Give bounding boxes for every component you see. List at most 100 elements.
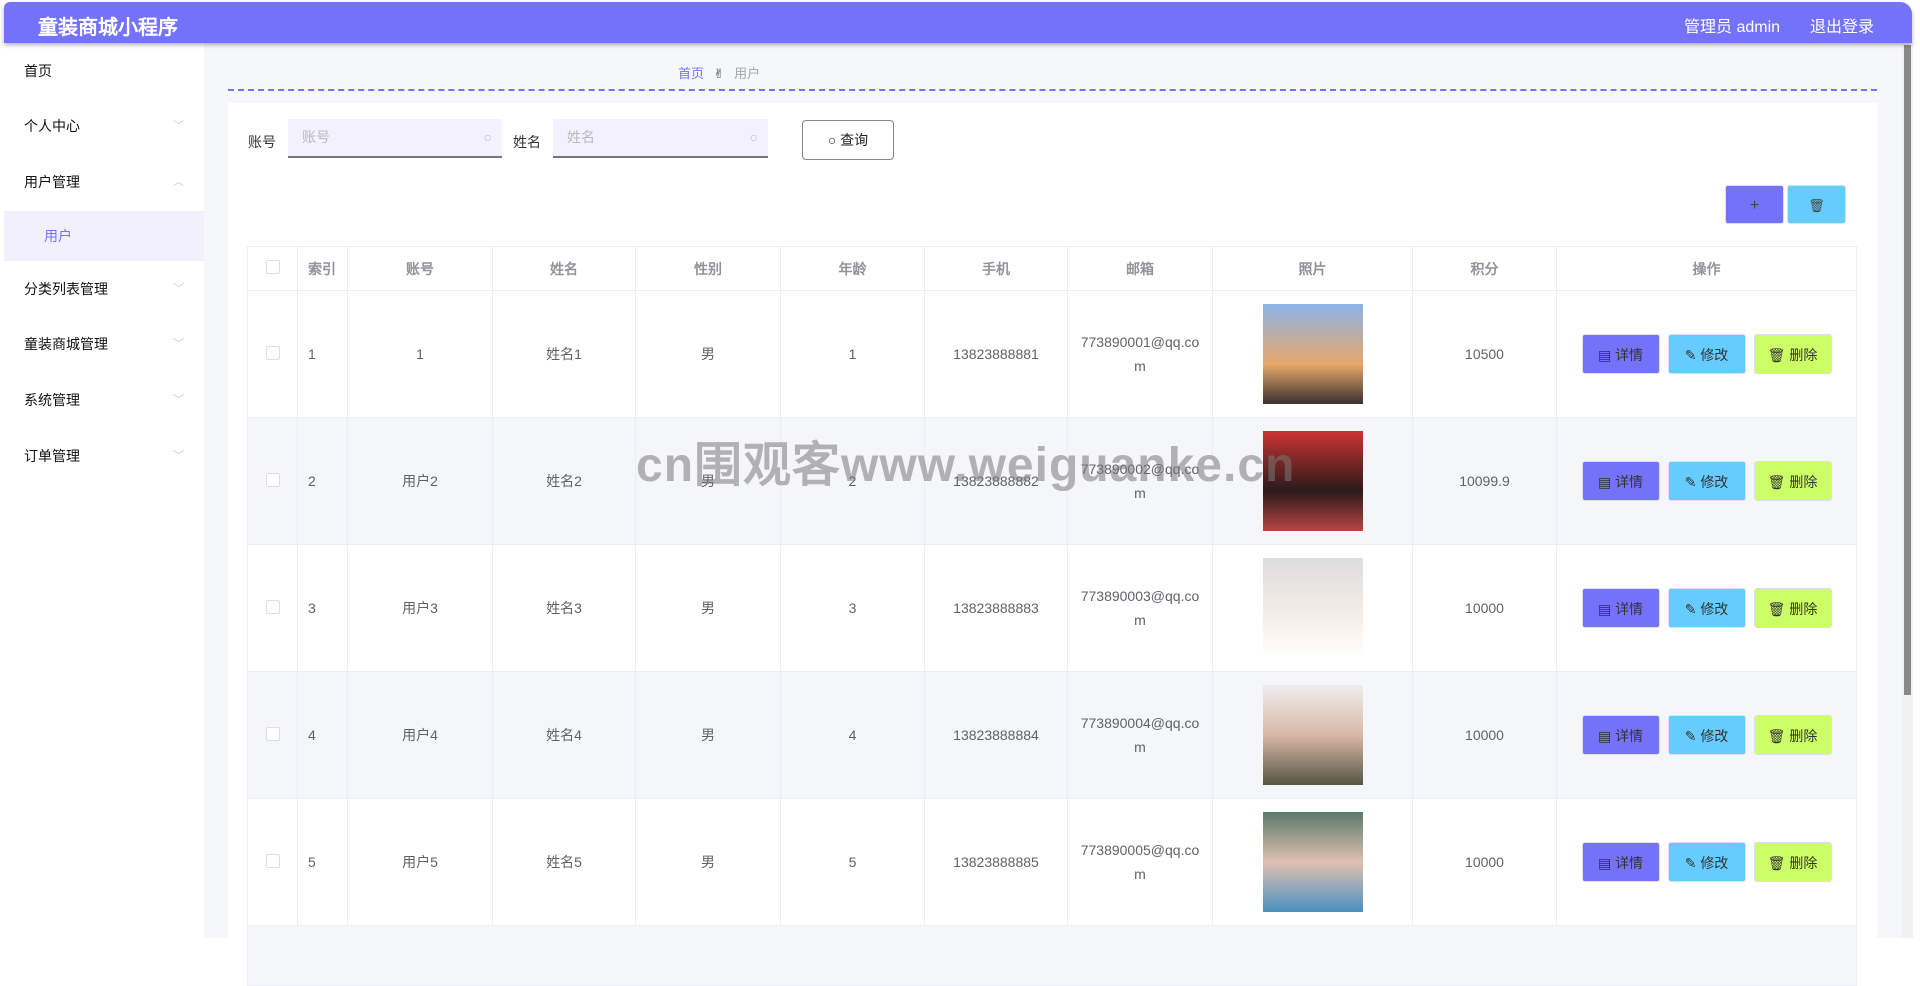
user-photo[interactable] [1262, 685, 1363, 785]
detail-button[interactable]: ▤ 详情 [1581, 715, 1660, 755]
row-checkbox[interactable] [265, 726, 280, 741]
user-photo[interactable] [1262, 558, 1363, 658]
gender-cell: 男 [635, 798, 781, 926]
divider [228, 89, 1877, 91]
delete-button[interactable]: 🗑 删除 [1753, 842, 1832, 882]
table-row [247, 925, 1857, 986]
batch-delete-button[interactable]: 🗑 [1787, 185, 1846, 224]
name-cell: 姓名4 [492, 671, 636, 799]
row-select-cell [247, 798, 298, 926]
points-cell: 10099.9 [1412, 417, 1557, 545]
detail-label: 详情 [1615, 855, 1644, 871]
add-button[interactable]: + [1725, 185, 1784, 224]
name-search-input[interactable]: 姓名 ○ [553, 119, 768, 158]
trash-icon: 🗑 [1767, 728, 1790, 744]
sidebar-item[interactable]: 分类列表管理 ﹀ [4, 264, 204, 314]
edit-button[interactable]: ✎ 修改 [1667, 334, 1746, 374]
user-photo[interactable] [1262, 431, 1363, 531]
actions-cell: ▤ 详情 ✎ 修改 🗑 删除 [1556, 671, 1857, 799]
delete-button[interactable]: 🗑 删除 [1753, 334, 1832, 374]
edit-button[interactable]: ✎ 修改 [1667, 461, 1746, 501]
phone-cell: 13823888884 [924, 671, 1068, 799]
user-photo[interactable] [1262, 812, 1363, 912]
sidebar-item[interactable]: 首页 [4, 46, 204, 96]
document-icon: ▤ [1597, 474, 1616, 490]
name-label: 姓名 [513, 134, 541, 150]
name-cell: 姓名2 [492, 417, 636, 545]
age-cell: 3 [780, 544, 925, 672]
edit-label: 修改 [1700, 728, 1729, 744]
select-all-checkbox[interactable] [265, 260, 280, 274]
pencil-icon: ✎ [1684, 474, 1701, 490]
table-row: 1 1 姓名1 男 1 13823888881 773890001@qq.com… [247, 290, 1857, 418]
chevron-icon: ﹀ [173, 120, 184, 132]
row-select-cell [247, 290, 298, 418]
delete-label: 删除 [1789, 855, 1818, 871]
scrollbar-thumb[interactable] [1904, 45, 1911, 695]
gender-cell: 男 [635, 290, 781, 418]
edit-button[interactable]: ✎ 修改 [1667, 715, 1746, 755]
detail-button[interactable]: ▤ 详情 [1581, 461, 1660, 501]
account-cell: 用户2 [347, 417, 493, 545]
column-header: 照片 [1212, 246, 1413, 291]
user-table: 索引 账号 姓名 性别 年龄 手机 邮箱 照片 积分 操作 1 1 姓名1 男 1 1382388… [247, 246, 1857, 986]
sidebar-item[interactable]: 用户管理 ︿ [4, 157, 204, 207]
age-cell: 1 [780, 290, 925, 418]
pencil-icon: ✎ [1684, 347, 1701, 363]
table-row: 3 用户3 姓名3 男 3 13823888883 773890003@qq.c… [247, 544, 1857, 672]
photo-cell [1212, 671, 1413, 799]
trash-icon: 🗑 [1767, 855, 1790, 871]
document-icon: ▤ [1597, 728, 1616, 744]
delete-button[interactable]: 🗑 删除 [1753, 715, 1832, 755]
hand-icon: ✌ [713, 66, 725, 81]
row-checkbox[interactable] [265, 599, 280, 614]
email-text: 773890002@qq.com [1080, 461, 1200, 501]
gender-cell: 男 [635, 417, 781, 545]
breadcrumb: 首页 ✌ 用户 [678, 63, 760, 82]
detail-button[interactable]: ▤ 详情 [1581, 842, 1660, 882]
detail-label: 详情 [1615, 474, 1644, 490]
query-button[interactable]: ○ 查询 [802, 120, 894, 160]
chevron-icon: ﹀ [173, 338, 184, 350]
phone-cell: 13823888882 [924, 417, 1068, 545]
sidebar-item[interactable]: 童装商城管理 ﹀ [4, 319, 204, 369]
query-label: 查询 [840, 132, 869, 148]
row-checkbox[interactable] [265, 472, 280, 487]
detail-label: 详情 [1615, 728, 1644, 744]
points-cell: 10000 [1412, 544, 1557, 672]
row-checkbox[interactable] [265, 345, 280, 360]
logout-link[interactable]: 退出登录 [1810, 13, 1874, 37]
sidebar-item-label: 用户管理 [24, 174, 80, 190]
name-placeholder: 姓名 [567, 129, 595, 145]
row-checkbox[interactable] [265, 853, 280, 868]
sidebar-item[interactable]: 用户 [4, 211, 204, 261]
name-cell: 姓名5 [492, 798, 636, 926]
document-icon: ▤ [1597, 855, 1616, 871]
delete-button[interactable]: 🗑 删除 [1753, 588, 1832, 628]
scrollbar[interactable] [1902, 43, 1913, 938]
email-text: 773890003@qq.com [1080, 588, 1200, 628]
edit-button[interactable]: ✎ 修改 [1667, 588, 1746, 628]
breadcrumb-home[interactable]: 首页 [678, 66, 704, 81]
actions-cell: ▤ 详情 ✎ 修改 🗑 删除 [1556, 417, 1857, 545]
search-icon: ○ [749, 129, 758, 145]
name-cell: 姓名3 [492, 544, 636, 672]
column-header: 账号 [347, 246, 493, 291]
email-text: 773890001@qq.com [1080, 334, 1200, 374]
photo-cell [1212, 290, 1413, 418]
phone-cell: 13823888885 [924, 798, 1068, 926]
sidebar-item[interactable]: 个人中心 ﹀ [4, 101, 204, 151]
sidebar-item[interactable]: 系统管理 ﹀ [4, 375, 204, 425]
user-photo[interactable] [1262, 304, 1363, 404]
app-title: 童装商城小程序 [38, 17, 178, 39]
current-user: 管理员 admin [1684, 19, 1781, 36]
gender-cell: 男 [635, 544, 781, 672]
detail-button[interactable]: ▤ 详情 [1581, 334, 1660, 374]
phone-cell: 13823888883 [924, 544, 1068, 672]
edit-button[interactable]: ✎ 修改 [1667, 842, 1746, 882]
delete-button[interactable]: 🗑 删除 [1753, 461, 1832, 501]
account-search-input[interactable]: 账号 ○ [288, 119, 502, 158]
detail-button[interactable]: ▤ 详情 [1581, 588, 1660, 628]
edit-label: 修改 [1700, 474, 1729, 490]
sidebar-item[interactable]: 订单管理 ﹀ [4, 431, 204, 481]
